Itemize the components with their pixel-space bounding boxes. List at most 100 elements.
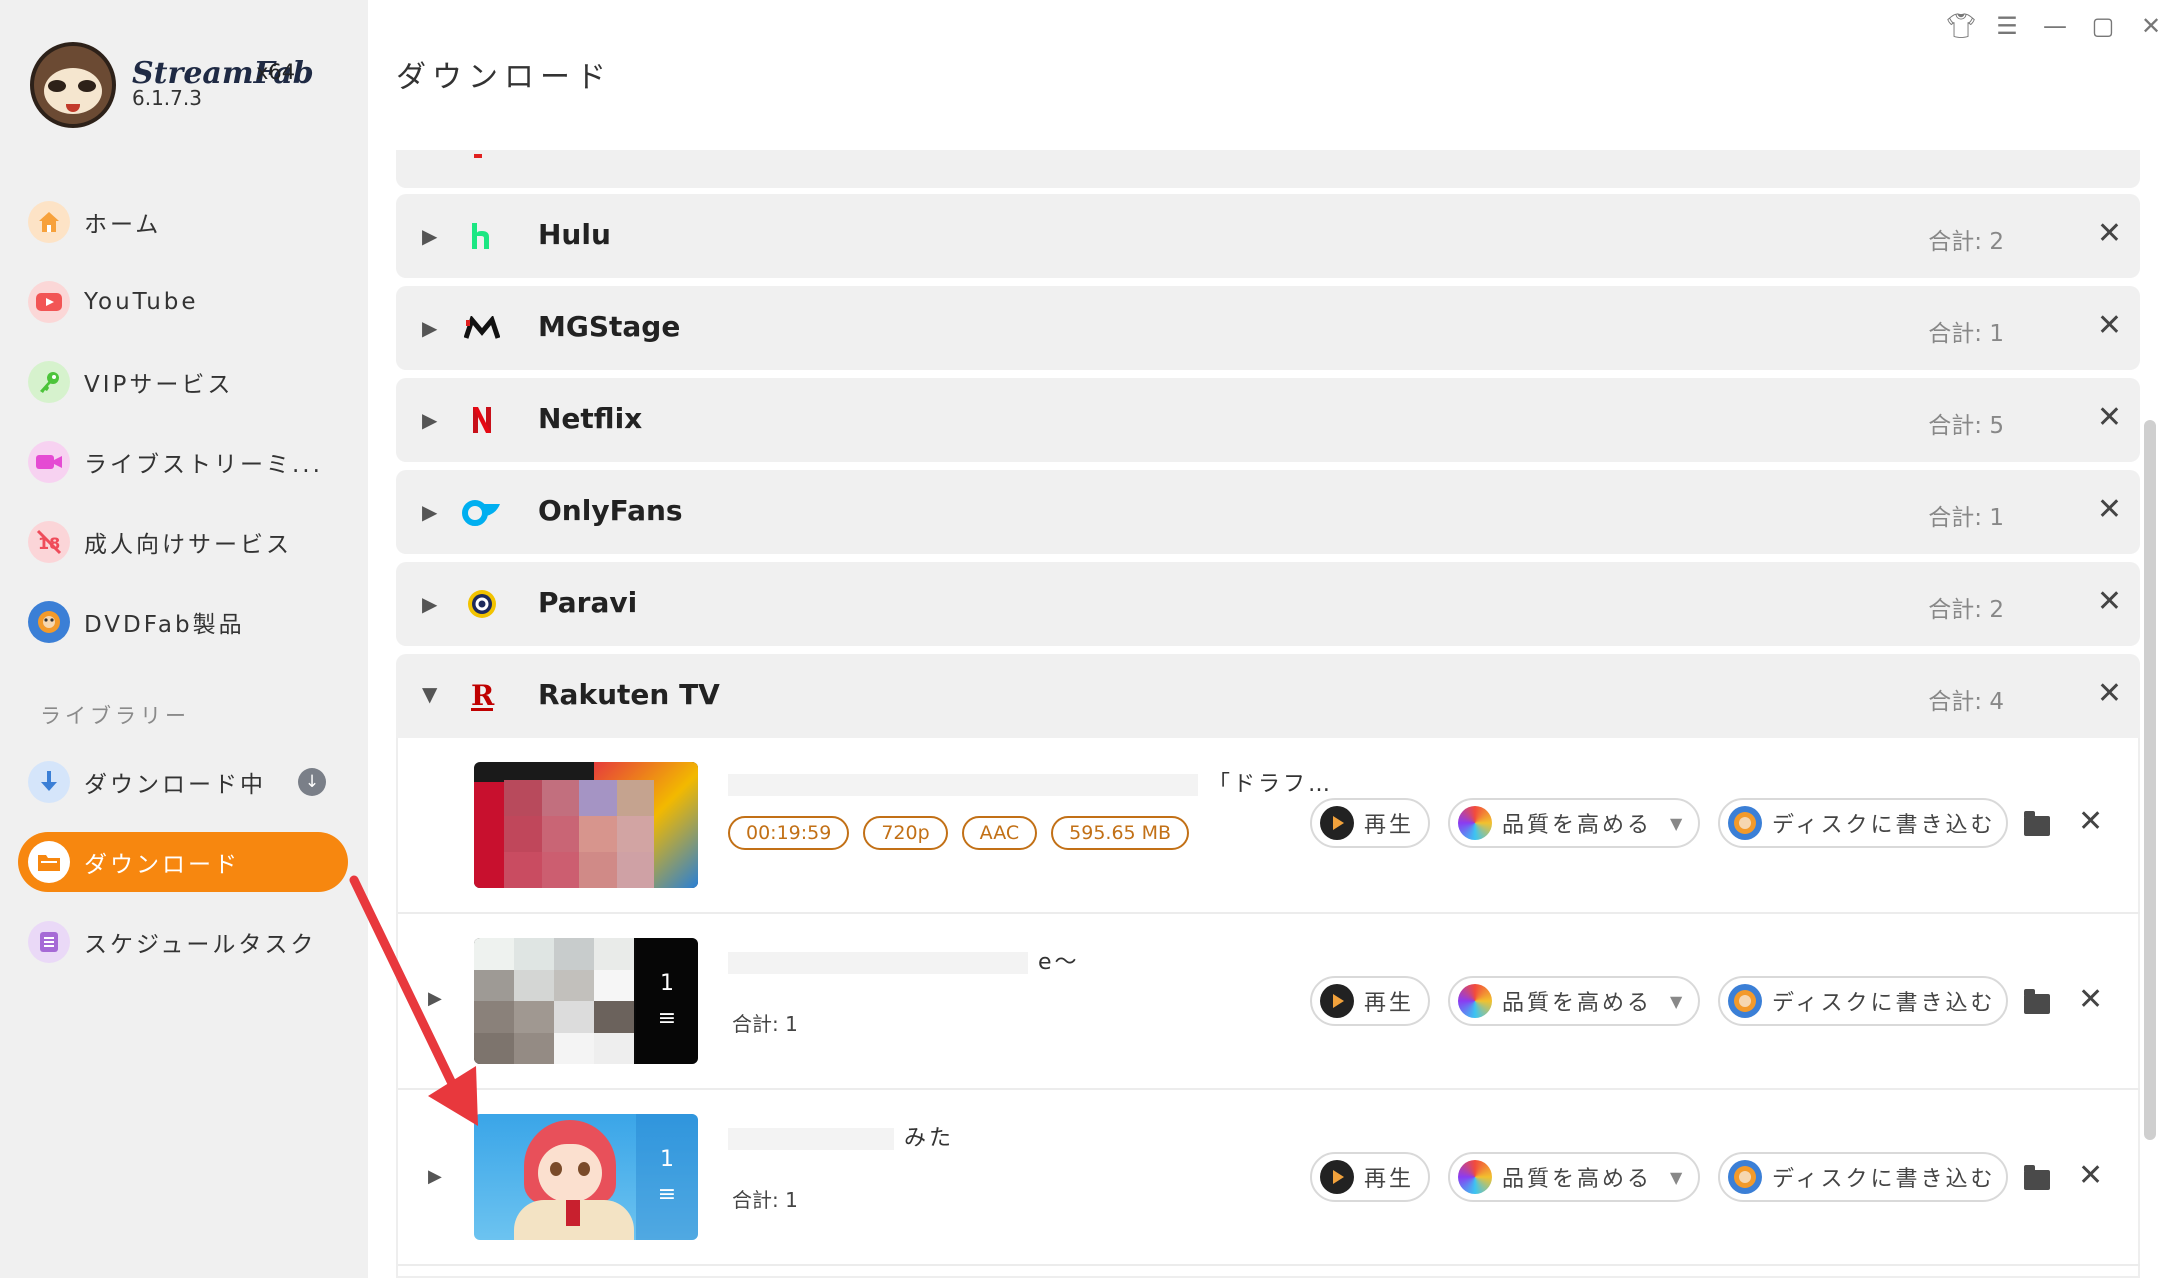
remove-item-close-icon[interactable]: ✕ [2078,1158,2103,1193]
netflix-logo-icon [460,398,504,442]
close-icon[interactable]: ✕ [2138,12,2164,40]
play-label: 再生 [1364,991,1415,1016]
sidebar-item-label: VIPサービス [84,372,234,398]
group-name: OnlyFans [538,494,683,527]
audio-tag: AAC [961,816,1038,850]
list-item[interactable]: ▶ 1 ≡ みた 合計: 1 再生 品質を高める ▼ ディスクに書き込む ✕ [398,1090,2140,1266]
enhance-quality-button[interactable]: 品質を高める ▼ [1448,976,1700,1026]
dvdfab-burn-icon [1728,984,1762,1018]
play-button[interactable]: 再生 [1310,976,1430,1026]
list-item[interactable]: 「ドラフ… 00:19:59 720p AAC 595.65 MB 再生 品質を… [398,738,2140,914]
sidebar: StreamFab x64 6.1.7.3 ホーム YouTube VIPサービ… [0,0,368,1278]
item-title-text: みた [904,1126,955,1151]
dvdfab-burn-icon [1728,806,1762,840]
group-name: Rakuten TV [538,678,720,711]
group-row-mgstage[interactable]: ▶ MGStage 合計: 1 ✕ [396,286,2140,370]
paravi-logo-icon [460,582,504,626]
sidebar-item-youtube[interactable]: YouTube [18,272,348,332]
filesize-tag: 595.65 MB [1051,816,1190,850]
sidebar-item-dvdfab[interactable]: DVDFab製品 [18,592,348,652]
remove-group-close-icon[interactable]: ✕ [2097,400,2122,435]
expand-caret-icon[interactable]: ▶ [428,1166,442,1187]
shirt-icon[interactable]: 👕︎ [1946,12,1976,40]
video-thumbnail[interactable] [474,762,698,888]
play-button[interactable]: 再生 [1310,798,1430,848]
annotation-arrow-icon [349,875,478,1126]
sidebar-item-home[interactable]: ホーム [18,192,348,252]
list-item[interactable]: ▶ 1 ≡ e〜 合計: 1 再生 品質を高める ▼ ディスクに書き込む ✕ [398,914,2140,1090]
enhance-label: 品質を高める [1502,813,1653,838]
rakuten-items-panel: 「ドラフ… 00:19:59 720p AAC 595.65 MB 再生 品質を… [396,738,2140,1278]
burn-disc-button[interactable]: ディスクに書き込む [1718,798,2008,848]
youtube-icon [28,281,70,323]
playlist-icon: ≡ [657,1006,677,1031]
expand-caret-icon[interactable]: ▶ [422,408,437,432]
item-title-text: e〜 [1038,950,1080,975]
sidebar-item-adult[interactable]: 18 成人向けサービス [18,512,348,572]
minimize-icon[interactable]: — [2042,12,2068,40]
key-icon [28,361,70,403]
group-row-partial [396,150,2140,188]
sidebar-item-vip[interactable]: VIPサービス [18,352,348,412]
group-row-netflix[interactable]: ▶ Netflix 合計: 5 ✕ [396,378,2140,462]
scrollbar[interactable] [2144,420,2156,1140]
playlist-thumbnail[interactable]: 1 ≡ [474,938,698,1064]
group-row-onlyfans[interactable]: ▶ OnlyFans 合計: 1 ✕ [396,470,2140,554]
chevron-down-icon[interactable]: ▼ [1670,1168,1685,1187]
group-count: 合計: 1 [1928,321,2004,347]
remove-item-close-icon[interactable]: ✕ [2078,804,2103,839]
sidebar-item-schedule[interactable]: スケジュールタスク [18,912,348,972]
sidebar-item-livestream[interactable]: ライブストリーミ... [18,432,348,492]
remove-group-close-icon[interactable]: ✕ [2097,308,2122,343]
open-folder-icon[interactable] [2024,811,2050,836]
sidebar-item-label: ダウンロード中 [84,772,266,798]
collapse-caret-icon[interactable]: ▼ [422,682,437,706]
sidebar-item-downloads[interactable]: ダウンロード [18,832,348,892]
playlist-count: 1 [660,1147,674,1172]
group-row-hulu[interactable]: ▶ Hulu 合計: 2 ✕ [396,194,2140,278]
item-count: 合計: 1 [732,1012,798,1036]
maximize-icon[interactable]: ▢ [2090,12,2116,40]
item-title-text: 「ドラフ… [1208,772,1334,797]
chevron-down-icon[interactable]: ▼ [1670,814,1685,833]
expand-caret-icon[interactable]: ▶ [422,224,437,248]
enhance-icon [1458,984,1492,1018]
playlist-overlay: 1 ≡ [636,938,698,1064]
remove-item-close-icon[interactable]: ✕ [2078,982,2103,1017]
remove-group-close-icon[interactable]: ✕ [2097,492,2122,527]
expand-caret-icon[interactable]: ▶ [422,500,437,524]
burn-disc-button[interactable]: ディスクに書き込む [1718,1152,2008,1202]
folder-icon [28,841,70,883]
enhance-label: 品質を高める [1502,1167,1653,1192]
enhance-quality-button[interactable]: 品質を高める ▼ [1448,798,1700,848]
remove-group-close-icon[interactable]: ✕ [2097,584,2122,619]
sidebar-item-downloading[interactable]: ダウンロード中 ↓ [18,752,348,812]
open-folder-icon[interactable] [2024,1165,2050,1190]
group-name: Paravi [538,586,638,619]
schedule-icon [28,921,70,963]
item-title: みた [728,1120,954,1152]
dvdfab-icon [28,601,70,643]
playlist-thumbnail[interactable]: 1 ≡ [474,1114,698,1240]
item-title: e〜 [728,944,1080,976]
item-tags: 00:19:59 720p AAC 595.65 MB [728,816,1190,850]
download-status-icon: ↓ [298,768,326,796]
sidebar-item-label: DVDFab製品 [84,612,245,638]
sidebar-item-label: ホーム [84,212,162,238]
burn-disc-button[interactable]: ディスクに書き込む [1718,976,2008,1026]
group-row-rakuten-tv[interactable]: ▼ R Rakuten TV 合計: 4 ✕ [396,654,2140,738]
menu-icon[interactable]: ☰ [1994,12,2020,40]
hulu-logo-icon [460,214,504,258]
enhance-quality-button[interactable]: 品質を高める ▼ [1448,1152,1700,1202]
open-folder-icon[interactable] [2024,989,2050,1014]
library-heading: ライブラリー [40,704,190,728]
expand-caret-icon[interactable]: ▶ [422,316,437,340]
chevron-down-icon[interactable]: ▼ [1670,992,1685,1011]
group-row-paravi[interactable]: ▶ Paravi 合計: 2 ✕ [396,562,2140,646]
mgstage-logo-icon [460,306,504,350]
sidebar-item-label: ライブストリーミ... [84,452,323,478]
remove-group-close-icon[interactable]: ✕ [2097,216,2122,251]
remove-group-close-icon[interactable]: ✕ [2097,676,2122,711]
play-button[interactable]: 再生 [1310,1152,1430,1202]
expand-caret-icon[interactable]: ▶ [422,592,437,616]
